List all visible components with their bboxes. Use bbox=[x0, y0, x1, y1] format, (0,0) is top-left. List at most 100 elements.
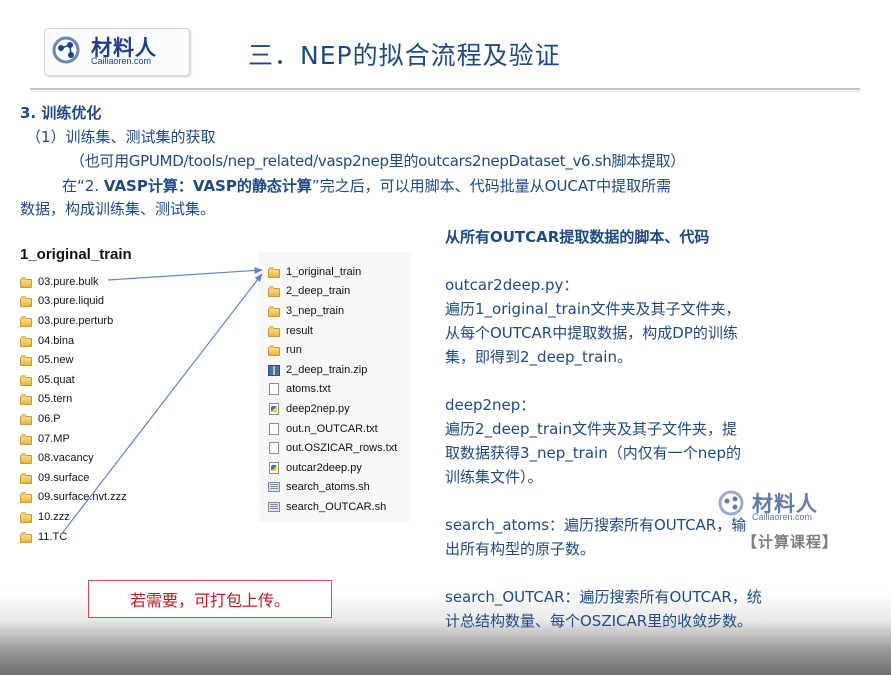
list-item[interactable]: 2_deep_train bbox=[268, 282, 397, 302]
list-item-label: 04.bina bbox=[38, 334, 75, 347]
list-item-label: 03.pure.liquid bbox=[38, 295, 105, 308]
list-item-label: outcar2deep.py bbox=[286, 461, 362, 474]
list-item-label: result bbox=[286, 324, 313, 337]
list-item[interactable]: 3_nep_train bbox=[268, 301, 397, 321]
shell-script-icon bbox=[268, 481, 280, 493]
list-item[interactable]: 06.P bbox=[20, 409, 127, 429]
list-item[interactable]: 2_deep_train.zip bbox=[268, 360, 397, 380]
folder-icon bbox=[20, 491, 32, 504]
folder-icon bbox=[268, 344, 280, 357]
list-item[interactable]: 1_original_train bbox=[268, 262, 397, 282]
list-item-label: 3_nep_train bbox=[286, 304, 345, 317]
search-atoms-desc-2: 出所有构型的原子数。 bbox=[445, 540, 596, 558]
deep2nep-desc-2: 取数据获得3_nep_train（内仅有一个nep的 bbox=[445, 444, 741, 462]
list-item[interactable]: 03.pure.perturb bbox=[20, 311, 127, 331]
list-item[interactable]: 11.TC bbox=[20, 527, 127, 547]
list-item[interactable]: search_atoms.sh bbox=[268, 478, 397, 498]
folder-icon bbox=[268, 266, 280, 278]
list-item[interactable]: 03.pure.bulk bbox=[20, 272, 127, 292]
list-item-label: 03.pure.bulk bbox=[38, 275, 99, 288]
list-item[interactable]: 03.pure.liquid bbox=[20, 292, 127, 312]
list-item[interactable]: out.OSZICAR_rows.txt bbox=[268, 438, 397, 458]
list-item-label: search_OUTCAR.sh bbox=[286, 500, 387, 513]
original-folder-list: 03.pure.bulk 03.pure.liquid 03.pure.pertur… bbox=[20, 272, 127, 546]
outcar2deep-desc-2: 从每个OUTCAR中提取数据，构成DP的训练 bbox=[445, 324, 738, 342]
list-item[interactable]: out.n_OUTCAR.txt bbox=[268, 419, 397, 439]
watermark-url: Cailiaoren.com bbox=[752, 512, 813, 522]
list-item[interactable]: 05.quat bbox=[20, 370, 127, 390]
outcar2deep-title: outcar2deep.py： bbox=[445, 276, 579, 294]
list-item[interactable]: 10.zzz bbox=[20, 507, 127, 527]
upload-note: 若需要，可打包上传。 bbox=[88, 580, 332, 618]
list-item-label: 05.new bbox=[38, 354, 74, 367]
list-item[interactable]: deep2nep.py bbox=[268, 399, 397, 419]
list-item-label: 03.pure.perturb bbox=[38, 314, 114, 327]
list-item[interactable]: 05.new bbox=[20, 350, 127, 370]
watermark: 材料人 Cailiaoren.com 【计算课程】 bbox=[716, 484, 840, 556]
list-item-label: 05.quat bbox=[38, 373, 75, 386]
folder-icon bbox=[20, 276, 32, 288]
deep2nep-desc-1: 遍历2_deep_train文件夹及其子文件夹，提 bbox=[445, 420, 737, 438]
folder-icon bbox=[20, 413, 32, 425]
intro-line-2: 数据，构成训练集、测试集。 bbox=[20, 200, 216, 218]
folder-icon bbox=[20, 335, 32, 347]
intro-line-1: 在“2. VASP计算：VASP的静态计算”完之后，可以用脚本、代码批量从OUC… bbox=[62, 177, 672, 195]
deep2nep-title: deep2nep： bbox=[445, 396, 536, 414]
title-divider bbox=[30, 88, 860, 90]
python-file-icon bbox=[268, 461, 280, 474]
zip-icon bbox=[268, 364, 280, 376]
list-item-label: 06.P bbox=[38, 412, 61, 425]
list-item-label: 10.zzz bbox=[38, 510, 70, 523]
intro-bold: VASP计算：VASP的静态计算 bbox=[103, 177, 312, 195]
logo-icon bbox=[52, 36, 80, 64]
path-note: （也可用GPUMD/tools/nep_related/vasp2nep里的ou… bbox=[70, 152, 685, 170]
folder-icon bbox=[268, 285, 280, 298]
list-item-label: 05.tern bbox=[38, 393, 73, 406]
workdir-file-list: 1_original_train 2_deep_train 3_nep_trainr… bbox=[268, 262, 397, 517]
list-item-label: out.OSZICAR_rows.txt bbox=[286, 442, 398, 455]
outcar2deep-desc-3: 集，即得到2_deep_train。 bbox=[445, 348, 632, 366]
list-item-label: 08.vacancy bbox=[38, 452, 94, 465]
search-atoms-desc-1: search_atoms：遍历搜索所有OUTCAR，输 bbox=[445, 516, 747, 534]
folder-icon bbox=[20, 315, 32, 327]
folder-icon bbox=[20, 295, 32, 308]
shell-script-icon bbox=[268, 501, 280, 513]
list-item[interactable]: search_OUTCAR.sh bbox=[268, 497, 397, 517]
folder-listing-title: 1_original_train bbox=[20, 246, 132, 263]
outcar2deep-desc-1: 遍历1_original_train文件夹及其子文件夹， bbox=[445, 300, 741, 318]
text-file-icon bbox=[268, 442, 280, 455]
folder-icon bbox=[20, 433, 32, 445]
text-file-icon bbox=[268, 383, 280, 396]
list-item-label: search_atoms.sh bbox=[286, 481, 370, 494]
folder-icon bbox=[268, 305, 280, 317]
search-outcar-desc-1: search_OUTCAR：遍历搜索所有OUTCAR，统 bbox=[445, 588, 762, 606]
list-item-label: run bbox=[286, 344, 302, 357]
deep2nep-desc-3: 训练集文件）。 bbox=[445, 468, 543, 486]
list-item[interactable]: 09.surface.nvt.zzz bbox=[20, 488, 127, 508]
list-item[interactable]: run bbox=[268, 340, 397, 360]
list-item[interactable]: 05.tern bbox=[20, 390, 127, 410]
folder-icon bbox=[268, 325, 280, 337]
list-item[interactable]: 04.bina bbox=[20, 331, 127, 351]
scripts-header: 从所有OUTCAR提取数据的脚本、代码 bbox=[445, 228, 710, 246]
list-item[interactable]: 07.MP bbox=[20, 429, 127, 449]
list-item-label: deep2nep.py bbox=[286, 402, 350, 415]
list-item[interactable]: outcar2deep.py bbox=[268, 458, 397, 478]
list-item-label: out.n_OUTCAR.txt bbox=[286, 422, 378, 435]
list-item[interactable]: atoms.txt bbox=[268, 380, 397, 400]
list-item[interactable]: 09.surface bbox=[20, 468, 127, 488]
list-item[interactable]: 08.vacancy bbox=[20, 448, 127, 468]
list-item-label: 09.surface.nvt.zzz bbox=[38, 491, 127, 504]
list-item-label: 1_original_train bbox=[286, 265, 362, 278]
folder-icon bbox=[20, 393, 32, 406]
list-item-label: 07.MP bbox=[38, 432, 70, 445]
search-outcar-desc-2: 计总结构数量、每个OSZICAR里的收敛步数。 bbox=[445, 612, 753, 630]
folder-icon bbox=[20, 511, 32, 523]
list-item-label: 11.TC bbox=[38, 530, 68, 543]
list-item[interactable]: result bbox=[268, 321, 397, 341]
list-item-label: 2_deep_train.zip bbox=[286, 363, 368, 376]
watermark-logo-icon bbox=[718, 490, 744, 516]
logo: 材料人 Cailiaoren.com bbox=[44, 28, 190, 76]
list-item-label: 2_deep_train bbox=[286, 285, 351, 298]
watermark-course-label: 【计算课程】 bbox=[742, 533, 839, 551]
